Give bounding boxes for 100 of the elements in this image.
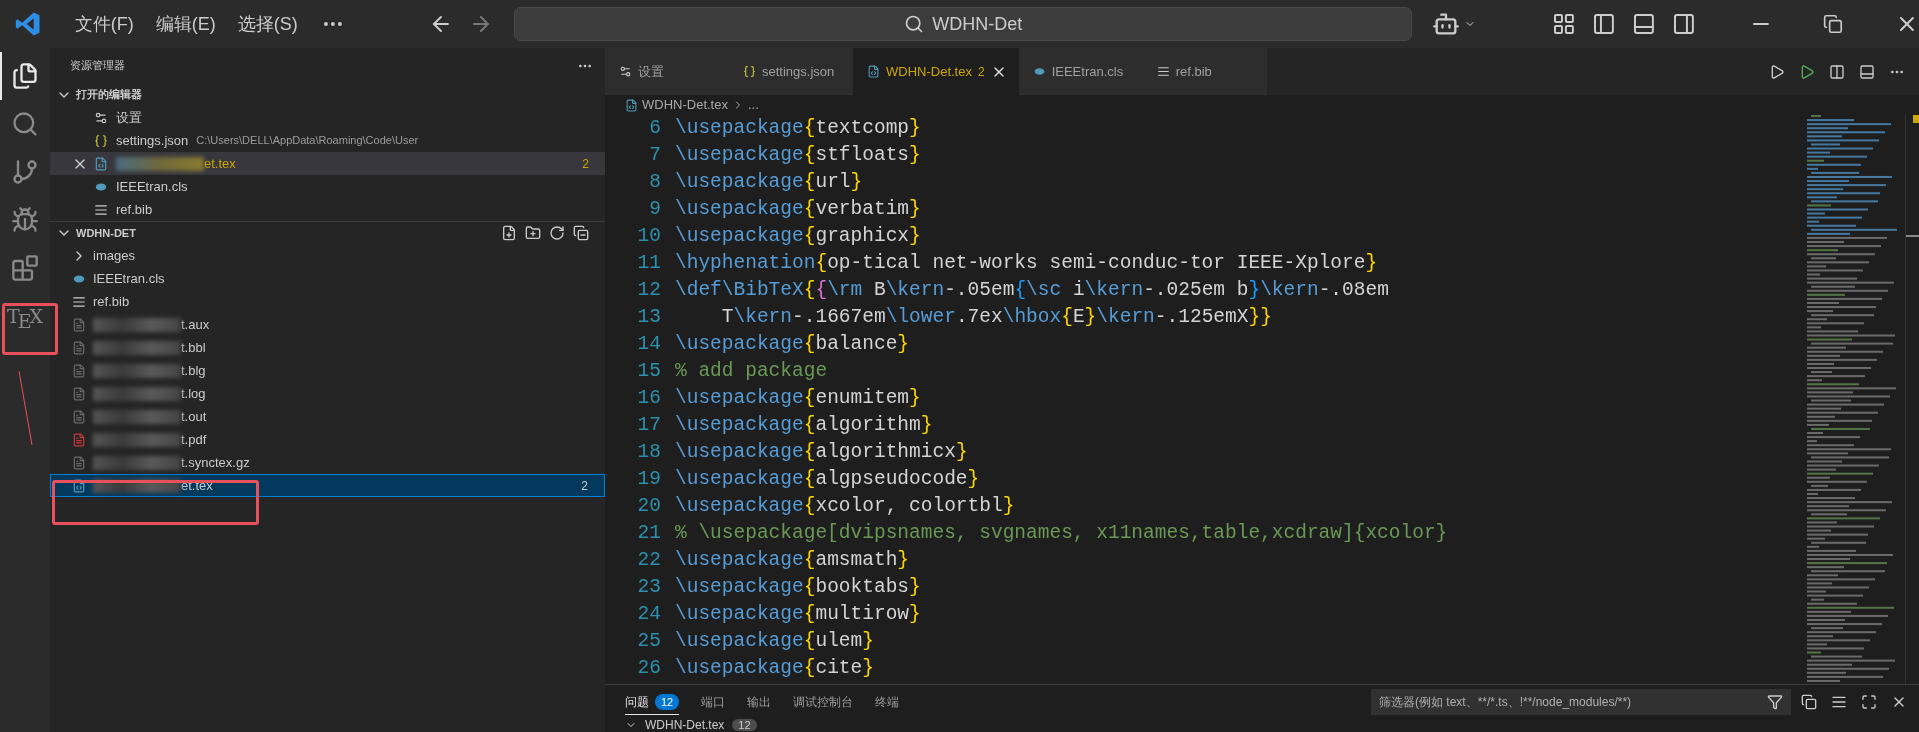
run-debug-icon[interactable] bbox=[11, 206, 39, 234]
search-icon[interactable] bbox=[11, 110, 39, 138]
code-line: \usepackage{textcomp} bbox=[674, 116, 921, 141]
file-name: ref.bib bbox=[116, 200, 153, 219]
file-name: t.out bbox=[181, 407, 207, 426]
tex-file-icon bbox=[94, 156, 108, 171]
file-name: et.tex bbox=[181, 476, 213, 495]
line-number: 22 bbox=[636, 548, 661, 573]
line-number: 14 bbox=[636, 332, 661, 357]
open-editor-item[interactable]: 设置 bbox=[50, 106, 605, 129]
settings-icon bbox=[94, 110, 108, 125]
section-header[interactable]: WDHN-DET bbox=[56, 224, 136, 242]
tree-item[interactable]: t.synctex.gz bbox=[50, 451, 605, 474]
code-line: % add package bbox=[674, 359, 828, 384]
secondary-sidebar-icon[interactable] bbox=[1671, 12, 1696, 36]
split-editor-icon[interactable] bbox=[1859, 63, 1875, 80]
tree-item[interactable]: IEEEtran.cls bbox=[50, 267, 605, 290]
file-name: t.log bbox=[181, 384, 206, 403]
code-line: \usepackage{amsmath} bbox=[674, 548, 910, 573]
drop-icon bbox=[1032, 65, 1046, 78]
breadcrumb-item[interactable]: ... bbox=[747, 95, 759, 115]
layout-icon[interactable] bbox=[1552, 12, 1576, 36]
new-folder-icon[interactable] bbox=[525, 225, 541, 241]
editor-tab[interactable]: settings.json bbox=[729, 48, 853, 95]
sidebar-toggle-icon[interactable] bbox=[1591, 12, 1616, 36]
open-editor-item[interactable]: settings.json C:\Users\DELL\AppData\Roaming\Code\User bbox=[50, 129, 605, 152]
scrollbar[interactable] bbox=[1905, 115, 1919, 684]
menu-item[interactable]: 选择(S) bbox=[226, 8, 309, 40]
section-header[interactable]: 打开的编辑器 bbox=[50, 83, 605, 106]
line-number: 12 bbox=[636, 278, 661, 303]
tree-item[interactable]: et.tex 2 bbox=[50, 474, 605, 497]
tree-item[interactable]: t.bbl bbox=[50, 336, 605, 359]
code-line: \usepackage{booktabs} bbox=[674, 575, 921, 600]
line-number: 24 bbox=[636, 602, 661, 627]
count-badge: 12 bbox=[655, 693, 680, 710]
file-icon bbox=[72, 409, 86, 424]
sidebar-title: 资源管理器 bbox=[70, 58, 125, 74]
file-path: C:\Users\DELL\AppData\Roaming\Code\User bbox=[196, 133, 419, 149]
open-editor-item[interactable]: et.tex 2 bbox=[50, 152, 605, 175]
problem-count: 2 bbox=[582, 155, 589, 173]
file-name: t.bbl bbox=[181, 338, 206, 357]
code-line: \usepackage{stfloats} bbox=[674, 143, 921, 168]
tree-item[interactable]: ref.bib bbox=[50, 290, 605, 313]
run-icon[interactable] bbox=[1769, 63, 1785, 80]
maximize-icon[interactable] bbox=[1861, 694, 1877, 710]
tex-icon[interactable]: TEX bbox=[6, 306, 44, 326]
settings-icon bbox=[619, 65, 632, 78]
panel-tab[interactable]: 调试控制台 bbox=[793, 689, 854, 715]
line-number: 9 bbox=[648, 197, 661, 222]
file-icon bbox=[72, 340, 86, 355]
run-icon[interactable] bbox=[1799, 63, 1815, 80]
collapse-icon[interactable] bbox=[1801, 694, 1817, 710]
highlight-frame bbox=[2, 303, 58, 355]
filter-field[interactable]: 筛选器(例如 text、**/*.ts、!**/node_modules/**) bbox=[1371, 689, 1791, 715]
restore-icon[interactable] bbox=[1823, 14, 1844, 34]
tree-item[interactable]: t.out bbox=[50, 405, 605, 428]
panel-tab[interactable]: 终端 bbox=[875, 689, 900, 715]
panel-tab[interactable]: 问题 12 bbox=[625, 689, 680, 715]
open-editor-item[interactable]: IEEEtran.cls bbox=[50, 175, 605, 198]
line-number: 18 bbox=[636, 440, 661, 465]
editor-tab[interactable]: 设置 bbox=[605, 48, 729, 95]
menu-item[interactable]: 编辑(E) bbox=[144, 8, 227, 40]
code-line: \usepackage{graphicx} bbox=[674, 224, 921, 249]
refresh-icon[interactable] bbox=[549, 225, 565, 241]
tree-item[interactable]: t.blg bbox=[50, 359, 605, 382]
file-name: t.synctex.gz bbox=[181, 453, 250, 472]
new-file-icon[interactable] bbox=[501, 225, 517, 241]
file-name: t.pdf bbox=[181, 430, 207, 449]
editor-tab[interactable]: WDHN-Det.tex 2 bbox=[853, 48, 1019, 95]
line-number: 8 bbox=[648, 170, 661, 195]
tree-item[interactable]: t.log bbox=[50, 382, 605, 405]
file-icon bbox=[72, 455, 86, 470]
collapse-icon[interactable] bbox=[573, 225, 589, 241]
filter-icon[interactable] bbox=[1767, 694, 1783, 710]
extensions-icon[interactable] bbox=[11, 254, 39, 282]
menu-item[interactable]: 文件(F) bbox=[63, 8, 145, 40]
line-number: 26 bbox=[636, 656, 661, 681]
command-center[interactable]: WDHN-Det bbox=[514, 7, 1412, 41]
preview-icon[interactable] bbox=[1829, 63, 1845, 80]
file-name: IEEEtran.cls bbox=[116, 177, 188, 196]
branch-icon[interactable] bbox=[11, 158, 39, 186]
file-name: settings.json bbox=[116, 131, 189, 150]
word-wrap-icon[interactable] bbox=[1831, 694, 1847, 710]
tree-item[interactable]: t.aux bbox=[50, 313, 605, 336]
panel-toggle-icon[interactable] bbox=[1631, 12, 1656, 36]
panel-tab[interactable]: 端口 bbox=[701, 689, 726, 715]
editor-tab[interactable]: IEEEtran.cls bbox=[1018, 48, 1143, 95]
editor-tab[interactable]: ref.bib bbox=[1142, 48, 1267, 95]
explorer-icon[interactable] bbox=[11, 62, 39, 90]
breadcrumb-item[interactable]: WDHN-Det.tex bbox=[642, 95, 728, 115]
code-line: \usepackage{algorithmicx} bbox=[674, 440, 968, 465]
file-name: WDHN-Det.tex bbox=[645, 719, 725, 731]
tree-item[interactable]: t.pdf bbox=[50, 428, 605, 451]
tree-item[interactable]: images bbox=[50, 244, 605, 267]
file-name: 设置 bbox=[116, 108, 142, 127]
code-line: \usepackage{enumitem} bbox=[674, 386, 921, 411]
line-number: 15 bbox=[636, 359, 661, 384]
tex-file-icon bbox=[867, 65, 880, 78]
open-editor-item[interactable]: ref.bib bbox=[50, 198, 605, 221]
panel-tab[interactable]: 输出 bbox=[747, 689, 772, 715]
